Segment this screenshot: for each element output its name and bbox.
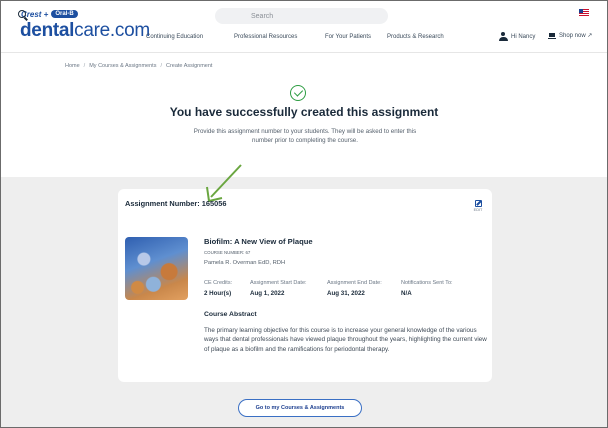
user-icon: [499, 32, 508, 41]
breadcrumb-separator: /: [83, 63, 86, 69]
abstract-heading: Course Abstract: [204, 311, 257, 318]
abstract-text: The primary learning objective for this …: [204, 327, 487, 353]
start-date-label: Assignment Start Date:: [250, 280, 307, 286]
success-subtitle: Provide this assignment number to your s…: [193, 128, 417, 144]
course-title[interactable]: Biofilm: A New View of Plaque: [204, 237, 313, 246]
brand-logos[interactable]: Crest + Oral-B: [21, 9, 78, 19]
nav-professional-resources[interactable]: Professional Resources: [234, 34, 297, 40]
nav-products-research[interactable]: Products & Research: [387, 34, 444, 40]
search-input[interactable]: Search: [215, 8, 388, 24]
ce-credits-value: 2 Hour(s): [204, 290, 232, 297]
edit-icon: [474, 200, 482, 207]
nav-for-your-patients[interactable]: For Your Patients: [325, 34, 371, 40]
notifications-label: Notifications Sent To:: [401, 280, 453, 286]
course-author: Pamela R. Overman EdD, RDH: [204, 260, 286, 266]
dentalcare-logo[interactable]: dentalcare.com: [20, 20, 150, 42]
oralb-logo: Oral-B: [51, 10, 78, 18]
success-title: You have successfully created this assig…: [169, 105, 439, 119]
search-icon[interactable]: [18, 10, 26, 18]
site-header: Crest + Oral-B dentalcare.com Search Con…: [1, 1, 607, 53]
start-date-value: Aug 1, 2022: [250, 290, 285, 297]
nav-continuing-education[interactable]: Continuing Education: [146, 34, 203, 40]
search-placeholder: Search: [251, 12, 274, 20]
user-menu[interactable]: Hi Nancy: [499, 32, 535, 41]
logo-rest-text: care.com: [74, 20, 150, 41]
end-date-label: Assignment End Date:: [327, 280, 382, 286]
check-circle-icon: [290, 85, 306, 101]
course-thumbnail[interactable]: [125, 237, 188, 300]
edit-label: EDIT: [473, 208, 483, 212]
course-number: COURSE NUMBER: 67: [204, 250, 251, 255]
ce-credits-label: CE Credits:: [204, 280, 233, 286]
breadcrumb-my-courses[interactable]: My Courses & Assignments: [89, 63, 156, 69]
assignment-number: Assignment Number: 165056: [125, 199, 227, 208]
cart-icon: [548, 32, 556, 39]
shop-now-link[interactable]: Shop now ↗: [548, 32, 592, 39]
logo-bold-text: dental: [20, 20, 75, 41]
breadcrumb-separator: /: [160, 63, 162, 69]
breadcrumb-current: Create Assignment: [165, 63, 213, 69]
go-to-courses-button[interactable]: Go to my Courses & Assignments: [238, 399, 362, 417]
shop-label: Shop now ↗: [559, 33, 593, 39]
edit-button[interactable]: EDIT: [471, 200, 485, 212]
flag-icon[interactable]: [579, 9, 589, 16]
notifications-value: N/A: [401, 290, 412, 297]
page: Crest + Oral-B dentalcare.com Search Con…: [0, 0, 608, 428]
breadcrumb: Home / My Courses & Assignments / Create…: [65, 63, 212, 69]
end-date-value: Aug 31, 2022: [327, 290, 365, 297]
breadcrumb-home[interactable]: Home: [65, 63, 80, 69]
user-label: Hi Nancy: [511, 33, 536, 40]
